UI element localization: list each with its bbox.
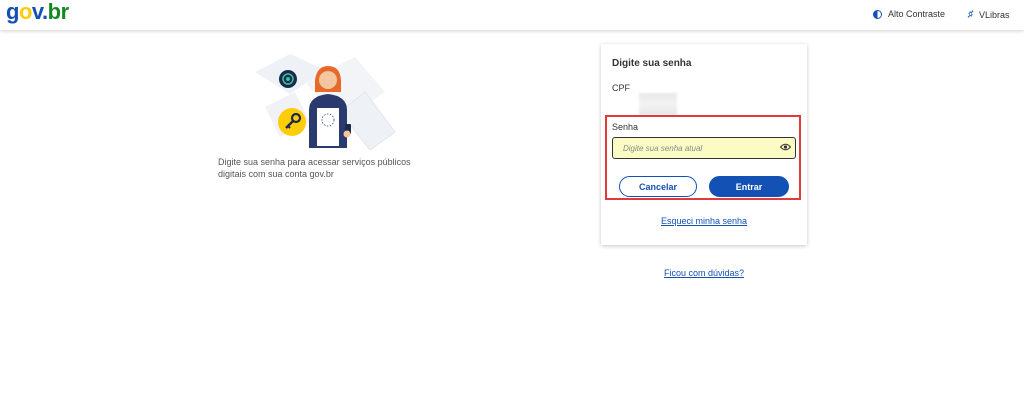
intro-description: Digite sua senha para acessar serviços p… bbox=[218, 157, 411, 179]
cpf-label: CPF bbox=[612, 83, 630, 93]
high-contrast-label: Alto Contraste bbox=[888, 9, 946, 19]
cpf-value-redacted bbox=[639, 93, 677, 115]
password-input[interactable] bbox=[612, 137, 796, 159]
password-label: Senha bbox=[612, 122, 639, 132]
login-title: Digite sua senha bbox=[612, 58, 692, 69]
logo-letter-o: o bbox=[18, 0, 32, 24]
logo-letters-v: v. bbox=[31, 0, 48, 24]
logo-letter-g: g bbox=[6, 0, 19, 24]
vlibras-label: VLibras bbox=[979, 9, 1010, 20]
fingerprint-icon bbox=[279, 70, 297, 88]
login-illustration bbox=[255, 54, 396, 150]
key-icon bbox=[278, 108, 306, 136]
cancel-button[interactable]: Cancelar bbox=[619, 176, 697, 197]
vlibras-button[interactable]: ♯ VLibras bbox=[968, 9, 1010, 20]
top-header: gov.br Alto Contraste ♯ VLibras bbox=[0, 0, 1024, 30]
contrast-icon bbox=[873, 9, 882, 19]
hand-sign-icon: ♯ bbox=[968, 9, 973, 20]
forgot-password-link[interactable]: Esqueci minha senha bbox=[661, 216, 747, 226]
logo-letters-br: br bbox=[47, 0, 70, 24]
submit-button[interactable]: Entrar bbox=[709, 176, 789, 197]
help-link[interactable]: Ficou com dúvidas? bbox=[664, 268, 744, 278]
eye-icon[interactable] bbox=[780, 143, 791, 151]
govbr-logo[interactable]: gov.br bbox=[6, 1, 69, 23]
high-contrast-button[interactable]: Alto Contraste bbox=[873, 9, 945, 19]
